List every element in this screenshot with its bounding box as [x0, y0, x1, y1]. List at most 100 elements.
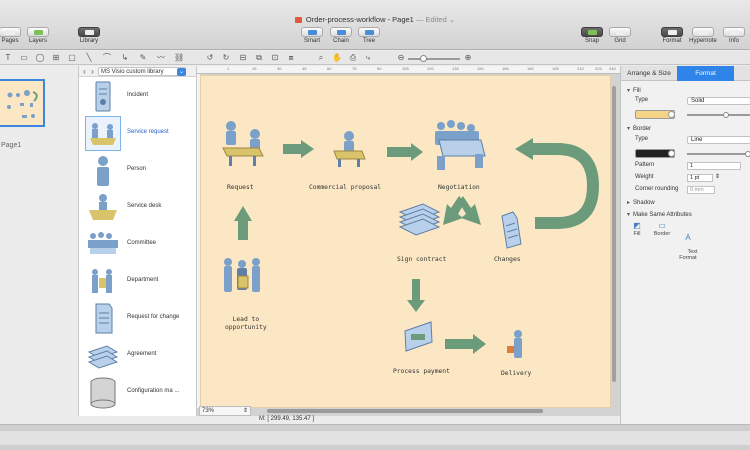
library-item-service-request[interactable]: Service request	[79, 115, 196, 152]
tab-arrange-size[interactable]: Arrange & Size	[621, 66, 677, 81]
format-button[interactable]: Format	[659, 27, 685, 44]
zoom-slider[interactable]	[408, 58, 460, 60]
border-section-header[interactable]: Border	[627, 125, 651, 132]
node-request[interactable]: Request	[227, 184, 254, 191]
zoom-level-value: 73%	[202, 408, 215, 414]
ellipse-tool-icon[interactable]: ◯	[35, 53, 45, 63]
smart-button[interactable]: Smart	[300, 27, 324, 44]
library-item-agreement[interactable]: Agreement	[79, 337, 196, 374]
stamp-tool-icon[interactable]: ⎙	[348, 53, 358, 63]
rotate-left-icon[interactable]: ↺	[205, 53, 215, 63]
grid-button[interactable]: Grid	[608, 27, 632, 44]
shape-tool-icon[interactable]: ▢	[67, 53, 77, 63]
agreement-icon	[85, 338, 121, 373]
arrange-icon[interactable]: ⧉	[254, 53, 264, 63]
table-tool-icon[interactable]: ⊞	[51, 53, 61, 63]
fill-color-picker-icon[interactable]	[668, 111, 675, 118]
page-label[interactable]: Page1	[1, 142, 21, 149]
make-same-section-header[interactable]: Make Same Attributes	[627, 211, 692, 218]
distribute-icon[interactable]: ⧈	[286, 53, 296, 63]
group-icon[interactable]: ⊡	[270, 53, 280, 63]
node-delivery[interactable]: Delivery	[501, 370, 531, 377]
library-panel: ‹ › MS Visio custom library ⌄ Incident S…	[79, 66, 197, 416]
rectangle-tool-icon[interactable]: ▭	[19, 53, 29, 63]
fill-opacity-slider[interactable]	[687, 114, 750, 116]
align-icon[interactable]: ⊟	[238, 53, 248, 63]
node-changes[interactable]: Changes	[494, 256, 521, 263]
zoom-tool-icon[interactable]: ⌕	[316, 53, 326, 63]
corner-rounding-input[interactable]: 0 mm	[687, 186, 715, 194]
fill-opacity-knob[interactable]	[723, 112, 729, 118]
rotate-right-icon[interactable]: ↻	[221, 53, 231, 63]
make-same-border-label: Border	[653, 231, 671, 237]
zoom-stepper-icon[interactable]: ⇕	[243, 407, 248, 415]
make-same-border-button[interactable]: ▭ Border	[651, 222, 673, 238]
chain-tool-icon[interactable]: ⛓	[174, 53, 184, 63]
grid-label: Grid	[614, 38, 626, 44]
tab-format[interactable]: Format	[677, 66, 734, 81]
curve-tool-icon[interactable]: ⌒	[102, 53, 112, 63]
weight-input[interactable]: 1 pt	[687, 174, 713, 182]
fill-type-select[interactable]: Solid	[687, 97, 750, 105]
tree-button[interactable]: Tree	[357, 27, 381, 44]
corner-rounding-label: Corner rounding	[635, 186, 679, 192]
make-same-fill-button[interactable]: ◩ Fill	[626, 222, 648, 238]
title-chevron-icon[interactable]: ⌄	[449, 15, 455, 24]
zoom-slider-knob[interactable]	[420, 55, 427, 62]
connector-tool-icon[interactable]: ↳	[120, 53, 130, 63]
pattern-select[interactable]: 1	[687, 162, 741, 170]
text-tool-icon[interactable]: T	[3, 53, 13, 63]
snap-button[interactable]: Snap	[580, 27, 604, 44]
border-type-select[interactable]: Line	[687, 136, 750, 144]
node-sign-contract[interactable]: Sign contract	[397, 256, 446, 263]
arrow-negotiation-to-changes	[459, 196, 481, 225]
ruler-mark: 45	[302, 66, 307, 71]
library-button[interactable]: Library	[77, 27, 101, 44]
node-commercial-proposal[interactable]: Commercial proposal	[309, 184, 381, 191]
border-opacity-slider[interactable]	[687, 153, 750, 155]
ruler-mark: 210	[577, 66, 584, 71]
freehand-tool-icon[interactable]: 〰	[156, 53, 166, 63]
drawing-canvas[interactable]: Request Commercial proposal Negotiation …	[200, 75, 611, 408]
library-item-committee[interactable]: Committee	[79, 226, 196, 263]
border-opacity-knob[interactable]	[745, 151, 750, 157]
library-item-configuration-management[interactable]: Configuration ma ...	[79, 374, 196, 411]
node-process-payment[interactable]: Process payment	[393, 368, 450, 375]
zoom-in-icon[interactable]: ⊕	[463, 53, 473, 63]
pen-tool-icon[interactable]: ✎	[138, 53, 148, 63]
library-item-incident[interactable]: Incident	[79, 78, 196, 115]
border-color-picker-icon[interactable]	[668, 150, 675, 157]
request-figure	[222, 121, 264, 166]
hypernote-button[interactable]: Hypernote	[688, 27, 718, 44]
info-button[interactable]: Info	[723, 27, 745, 44]
lead-figure	[224, 258, 260, 292]
node-lead-to-opportunity[interactable]: Lead to opportunity	[225, 316, 267, 332]
pages-button[interactable]: Pages	[0, 27, 22, 44]
library-item-request-for-change[interactable]: Request for change	[79, 300, 196, 337]
eyedropper-tool-icon[interactable]: ⤷	[363, 53, 373, 63]
grid-icon	[609, 27, 631, 37]
library-item-label: Agreement	[127, 351, 157, 357]
library-item-service-desk[interactable]: Service desk	[79, 189, 196, 226]
make-same-fill-label: Fill	[633, 231, 641, 237]
horizontal-scrollbar[interactable]	[267, 409, 543, 413]
library-item-person[interactable]: Person	[79, 152, 196, 189]
library-forward-icon[interactable]: ›	[88, 66, 97, 77]
layers-button[interactable]: Layers	[25, 27, 51, 44]
make-same-text-format-button[interactable]: A Text Format	[677, 222, 699, 267]
shadow-section-header[interactable]: Shadow	[627, 199, 655, 206]
fill-section-header[interactable]: Fill	[627, 87, 641, 94]
zoom-level-select[interactable]: 73% ⇕	[199, 406, 251, 416]
library-item-label: Incident	[127, 92, 149, 98]
weight-stepper-icon[interactable]: ⇕	[715, 173, 720, 180]
chain-button[interactable]: Chain	[329, 27, 353, 44]
hand-tool-icon[interactable]: ✋	[332, 53, 342, 63]
library-selector[interactable]: MS Visio custom library	[98, 67, 186, 76]
node-negotiation[interactable]: Negotiation	[438, 184, 480, 191]
line-tool-icon[interactable]: ╲	[84, 53, 94, 63]
vertical-scrollbar[interactable]	[612, 86, 616, 382]
library-item-department[interactable]: Department	[79, 263, 196, 300]
page-thumbnail[interactable]	[0, 79, 45, 127]
library-dropdown-icon[interactable]: ⌄	[177, 68, 186, 76]
zoom-out-icon[interactable]: ⊖	[396, 53, 406, 63]
